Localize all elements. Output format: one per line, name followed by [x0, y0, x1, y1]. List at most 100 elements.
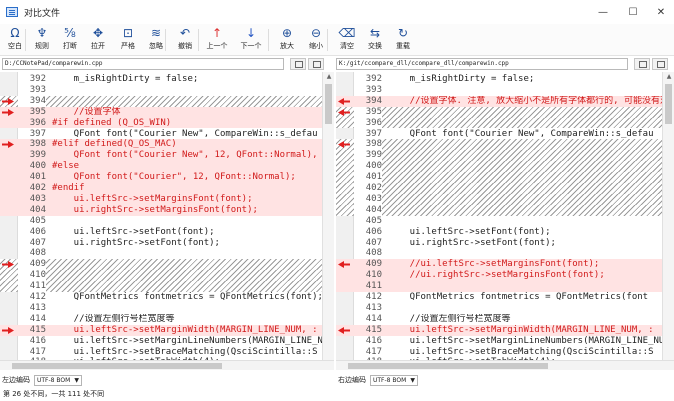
code-line[interactable]: 415 ui.leftSrc->setMarginWidth(MARGIN_LI…	[336, 324, 662, 336]
code-line[interactable]: 409	[0, 259, 322, 271]
code-line[interactable]: 414 //设置左侧行号栏宽度等	[336, 314, 662, 325]
close-button[interactable]: ✕	[646, 0, 674, 24]
open-button[interactable]: ✥ 拉开	[83, 24, 113, 56]
code-line[interactable]: 405	[0, 216, 322, 227]
right-vertical-scrollbar[interactable]: ▲ ▼	[662, 72, 674, 370]
diff-right-arrow-icon[interactable]	[2, 326, 14, 334]
code-line[interactable]: 415 ui.leftSrc->setMarginWidth(MARGIN_LI…	[0, 324, 322, 336]
left-horizontal-scrollbar[interactable]	[0, 360, 334, 370]
code-line[interactable]: 394 //设置字体. 注意, 放大缩小不是所有字体都行的, 可能没有对	[336, 95, 662, 107]
rule-button[interactable]: ♆ 规则	[27, 24, 57, 56]
minimize-button[interactable]: —	[588, 0, 618, 24]
diff-right-arrow-icon[interactable]	[2, 97, 14, 105]
diff-right-arrow-icon[interactable]	[2, 108, 14, 116]
code-line[interactable]: 416 ui.leftSrc->setMarginLineNumbers(MAR…	[336, 336, 662, 347]
code-line[interactable]: 412 QFontMetrics fontmetrics = QFontMetr…	[0, 292, 322, 303]
code-line[interactable]: 400 #else	[0, 161, 322, 173]
code-line[interactable]: 397 QFont font("Courier New", CompareWin…	[336, 129, 662, 140]
code-line[interactable]: 401 QFont font("Courier", 12, QFont::Nor…	[0, 172, 322, 183]
left-scroll-thumb[interactable]	[325, 84, 332, 124]
left-editor[interactable]: 392 m_isRightDirty = false; 393 394 395 //设…	[0, 72, 322, 370]
code-line[interactable]: 395 //设置字体	[0, 106, 322, 118]
clear-button[interactable]: ⌫ 清空	[332, 24, 362, 56]
code-line[interactable]: 412 QFontMetrics fontmetrics = QFontMetr…	[336, 292, 662, 303]
code-line[interactable]: 417 ui.leftSrc->setBraceMatching(QsciSci…	[0, 347, 322, 358]
code-line[interactable]: 399	[336, 150, 662, 162]
code-line[interactable]: 407 ui.rightSrc->setFont(font);	[336, 238, 662, 249]
left-vertical-scrollbar[interactable]: ▲ ▼	[322, 72, 334, 370]
code-line[interactable]: 402	[336, 183, 662, 194]
maximize-button[interactable]: ☐	[618, 0, 648, 24]
code-line[interactable]: 417 ui.leftSrc->setBraceMatching(QsciSci…	[336, 347, 662, 358]
left-path-input[interactable]: D:/CCNotePad/comparewin.cpp	[2, 58, 284, 70]
swap-button[interactable]: ⇆ 交换	[360, 24, 390, 56]
code-line[interactable]: 402 #endif	[0, 183, 322, 194]
code-line[interactable]: 394	[0, 95, 322, 107]
code-line[interactable]: 408	[336, 248, 662, 259]
right-encoding-select[interactable]: UTF-8 BOM ▼	[370, 374, 418, 386]
zoom-in-button[interactable]: ⊕ 放大	[272, 24, 302, 56]
left-hscroll-thumb[interactable]	[12, 363, 222, 369]
next-button[interactable]: ↓ 下一个	[236, 24, 266, 56]
code-line[interactable]: 416 ui.leftSrc->setMarginLineNumbers(MAR…	[0, 336, 322, 347]
code-line[interactable]: 405	[336, 216, 662, 227]
diff-left-arrow-icon[interactable]	[338, 141, 350, 149]
right-editor[interactable]: 392 m_isRightDirty = false; 393 394 //设置字体…	[336, 72, 662, 370]
code-line[interactable]: 411	[336, 281, 662, 292]
code-line[interactable]: 408	[0, 248, 322, 259]
right-save-button[interactable]	[652, 58, 668, 70]
prev-button[interactable]: ↑ 上一个	[202, 24, 232, 56]
code-line[interactable]: 406 ui.leftSrc->setFont(font);	[336, 227, 662, 238]
diff-right-arrow-icon[interactable]	[2, 261, 14, 269]
code-line[interactable]: 396 #if defined (Q_OS_WIN)	[0, 117, 322, 129]
scroll-up-icon[interactable]: ▲	[665, 73, 673, 83]
code-line[interactable]: 413	[0, 303, 322, 314]
left-save-button[interactable]	[308, 58, 324, 70]
code-line[interactable]: 396	[336, 117, 662, 129]
right-horizontal-scrollbar[interactable]	[336, 360, 674, 370]
strict-button[interactable]: ⊡ 严格	[113, 24, 143, 56]
diff-left-arrow-icon[interactable]	[338, 261, 350, 269]
diff-left-arrow-icon[interactable]	[338, 326, 350, 334]
code-line[interactable]: 414 //设置左侧行号栏宽度等	[0, 314, 322, 325]
line-text: #elif defined(Q_OS_MAC)	[52, 139, 177, 150]
code-line[interactable]: 398 #elif defined(Q_OS_MAC)	[0, 139, 322, 151]
diff-left-arrow-icon[interactable]	[338, 97, 350, 105]
code-line[interactable]: 409 //ui.leftSrc->setMarginsFont(font);	[336, 259, 662, 271]
left-browse-button[interactable]	[290, 58, 306, 70]
code-line[interactable]: 393	[0, 85, 322, 96]
right-browse-button[interactable]	[634, 58, 650, 70]
code-line[interactable]: 397 QFont font("Courier New", CompareWin…	[0, 129, 322, 140]
next-label: 下一个	[240, 42, 262, 50]
left-encoding-select[interactable]: UTF-8 BOM ▼	[34, 374, 82, 386]
diff-left-arrow-icon[interactable]	[338, 108, 350, 116]
code-line[interactable]: 403	[336, 193, 662, 205]
code-line[interactable]: 407 ui.rightSrc->setFont(font);	[0, 238, 322, 249]
code-line[interactable]: 403 ui.leftSrc->setMarginsFont(font);	[0, 193, 322, 205]
code-line[interactable]: 406 ui.leftSrc->setFont(font);	[0, 227, 322, 238]
code-line[interactable]: 404 ui.rightSrc->setMarginsFont(font);	[0, 204, 322, 216]
scroll-up-icon[interactable]: ▲	[325, 73, 333, 83]
right-path-input[interactable]: K:/git/ccompare_dll/ccompare_dll/compare…	[336, 58, 628, 70]
code-line[interactable]: 392 m_isRightDirty = false;	[0, 74, 322, 85]
code-line[interactable]: 411	[0, 281, 322, 292]
reload-button[interactable]: ↻ 重载	[388, 24, 418, 56]
code-line[interactable]: 399 QFont font("Courier New", 12, QFont:…	[0, 150, 322, 162]
right-scroll-thumb[interactable]	[665, 84, 672, 124]
code-line[interactable]: 398	[336, 139, 662, 151]
code-line[interactable]: 410	[0, 270, 322, 282]
code-line[interactable]: 395	[336, 106, 662, 118]
code-line[interactable]: 400	[336, 161, 662, 173]
break-button[interactable]: ⅝ 打断	[55, 24, 85, 56]
code-line[interactable]: 413	[336, 303, 662, 314]
undo-button[interactable]: ↶ 撤销	[170, 24, 200, 56]
code-line[interactable]: 393	[336, 85, 662, 96]
right-hscroll-thumb[interactable]	[348, 363, 548, 369]
code-line[interactable]: 392 m_isRightDirty = false;	[336, 74, 662, 85]
code-line[interactable]: 410 //ui.rightSrc->setMarginsFont(font);	[336, 270, 662, 282]
line-number: 407	[29, 237, 46, 248]
diff-right-arrow-icon[interactable]	[2, 141, 14, 149]
code-line[interactable]: 404	[336, 204, 662, 216]
code-line[interactable]: 401	[336, 172, 662, 183]
ignore-button[interactable]: ≋ 忽略	[141, 24, 171, 56]
